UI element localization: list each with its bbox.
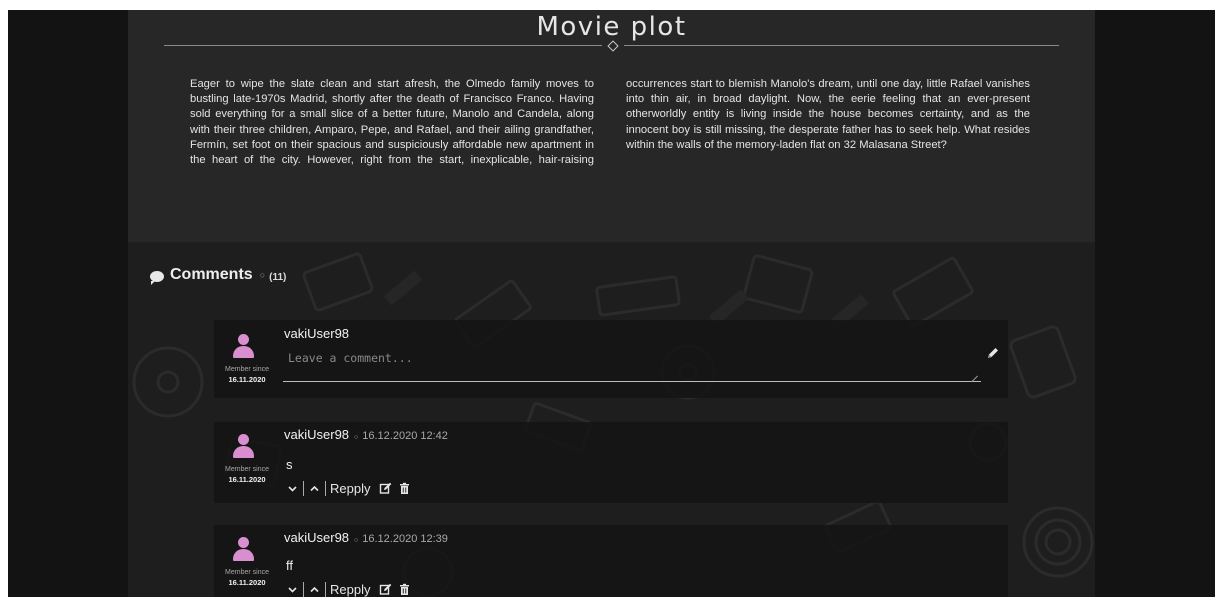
main-panel: Movie plot Eager to wipe the slate clean…	[128, 10, 1095, 597]
chevron-up-icon[interactable]	[308, 583, 321, 596]
comment-timestamp: 16.12.2020 12:42	[362, 430, 448, 442]
resize-grip-icon[interactable]	[972, 375, 979, 381]
comment-text: ff	[286, 558, 293, 573]
action-divider	[325, 582, 326, 597]
member-since-label: Member since	[225, 466, 269, 473]
title-divider-right	[624, 45, 1059, 46]
comments-count: (11)	[269, 271, 287, 283]
current-username: vakiUser98	[284, 326, 350, 341]
comments-heading: Comments ○ (11)	[150, 266, 287, 285]
member-since-label: Member since	[225, 366, 269, 373]
member-since-date: 16.11.2020	[228, 578, 266, 587]
comments-title: Comments	[170, 266, 253, 283]
meta-separator: ○	[354, 537, 359, 544]
user-icon	[233, 434, 254, 458]
comment-author: vakiUser98 ○ 16.12.2020 12:39	[284, 530, 448, 545]
comment-card: Member since 16.11.2020 vakiUser98 ○ 16.12…	[214, 422, 1008, 503]
comment-actions: Repply	[286, 481, 411, 496]
edit-icon[interactable]	[379, 583, 392, 596]
member-since-date: 16.11.2020	[228, 375, 266, 384]
action-divider	[325, 481, 326, 496]
page-frame: Movie plot Eager to wipe the slate clean…	[8, 10, 1215, 597]
chevron-down-icon[interactable]	[286, 583, 299, 596]
member-since-label: Member since	[225, 569, 269, 576]
comment-card: Member since 16.11.2020 vakiUser98 ○ 16.12…	[214, 525, 1008, 597]
action-divider	[303, 481, 304, 496]
trash-icon[interactable]	[398, 482, 411, 495]
meta-separator: ○	[354, 434, 359, 441]
comment-bubble-icon	[150, 270, 164, 285]
plot-title: Movie plot	[536, 12, 687, 42]
heading-separator: ○	[259, 270, 266, 280]
new-comment-card: Member since 16.11.2020 vakiUser98	[214, 320, 1008, 398]
comment-username[interactable]: vakiUser98	[284, 530, 349, 545]
comment-username[interactable]: vakiUser98	[284, 427, 349, 442]
user-icon	[233, 334, 254, 358]
diamond-ornament-icon	[607, 40, 619, 52]
edit-icon[interactable]	[379, 482, 392, 495]
movie-plot-section: Movie plot Eager to wipe the slate clean…	[128, 10, 1095, 242]
pencil-icon[interactable]	[986, 346, 1000, 360]
comment-actions: Repply	[286, 582, 411, 597]
member-since-date: 16.11.2020	[228, 475, 266, 484]
reply-button[interactable]: Repply	[330, 481, 370, 496]
comments-section: Comments ○ (11) Member since 16.11.2020 …	[128, 242, 1095, 597]
plot-text: Eager to wipe the slate clean and start …	[190, 78, 1030, 167]
comment-input[interactable]	[283, 347, 981, 382]
trash-icon[interactable]	[398, 583, 411, 596]
chevron-up-icon[interactable]	[308, 482, 321, 495]
comment-timestamp: 16.12.2020 12:39	[362, 533, 448, 545]
title-divider-left	[164, 45, 602, 46]
comment-author: vakiUser98 ○ 16.12.2020 12:42	[284, 427, 448, 442]
comment-text: s	[286, 457, 293, 472]
action-divider	[303, 582, 304, 597]
chevron-down-icon[interactable]	[286, 482, 299, 495]
reply-button[interactable]: Repply	[330, 582, 370, 597]
user-icon	[233, 537, 254, 561]
